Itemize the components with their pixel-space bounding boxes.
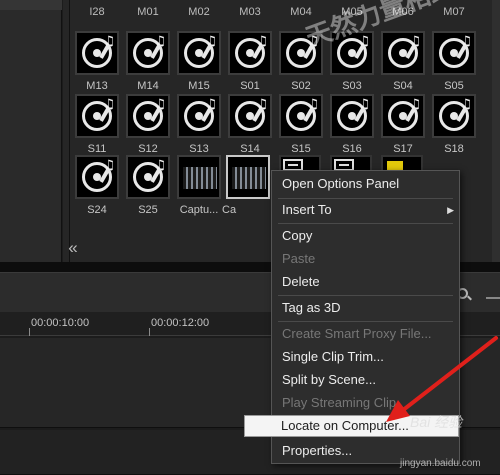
collapse-panel-button[interactable]: «	[63, 238, 83, 258]
clip-label: S18	[444, 143, 464, 155]
video-thumbnail	[226, 155, 270, 199]
clip-label: I28	[89, 6, 105, 18]
music-note-icon: ♫	[154, 97, 166, 112]
menu-item-delete[interactable]: Delete	[282, 271, 452, 293]
music-note-icon: ♫	[358, 97, 370, 112]
menu-item-paste: Paste	[282, 251, 316, 266]
timecode-label: 00:00:10:00	[31, 317, 90, 329]
clip-label: M03	[239, 6, 261, 18]
music-note-icon: ♫	[103, 34, 115, 49]
music-note-icon: ♫	[205, 34, 217, 49]
music-note-icon: ♫	[205, 97, 217, 112]
menu-item-open-options-panel[interactable]: Open Options Panel	[282, 173, 452, 195]
music-note-icon: ♫	[409, 34, 421, 49]
video-clip-tile[interactable]: Captu...	[177, 155, 221, 227]
audio-clip-tile[interactable]: ♫ S05	[432, 31, 476, 103]
submenu-arrow-icon: ▶	[447, 205, 454, 215]
library-scrollbar[interactable]	[492, 0, 500, 262]
music-note-icon: ♫	[154, 34, 166, 49]
left-panel-strip	[0, 0, 62, 265]
audio-clip-tile[interactable]: ♫ S24	[75, 155, 119, 227]
music-note-icon: ♫	[460, 34, 472, 49]
music-note-icon: ♫	[409, 97, 421, 112]
clip-label: Captu...	[179, 204, 219, 216]
music-note-icon: ♫	[256, 97, 268, 112]
zoom-slider[interactable]	[486, 297, 500, 299]
audio-clip-tile[interactable]: ♫ S18	[432, 94, 476, 166]
baidu-logo-watermark: Bai 经验	[410, 414, 463, 430]
menu-item-insert-to[interactable]: Insert To ▶	[282, 199, 454, 221]
audio-clip-tile[interactable]: ♫ M13	[75, 31, 119, 103]
clip-label: M02	[188, 6, 210, 18]
watermark-url: jingyan.baidu.com	[400, 458, 481, 469]
music-note-icon: ♫	[307, 97, 319, 112]
timecode-label: 00:00:12:00	[151, 317, 210, 329]
menu-item-tag-as-3d[interactable]: Tag as 3D	[282, 297, 452, 319]
menu-item-label: Insert To	[282, 202, 332, 217]
video-thumbnail	[177, 155, 221, 199]
clip-label: S05	[444, 80, 464, 92]
audio-clip-tile[interactable]: ♫ M14	[126, 31, 170, 103]
music-note-icon: ♫	[103, 158, 115, 173]
audio-clip-tile[interactable]: ♫ S25	[126, 155, 170, 227]
music-note-icon: ♫	[256, 34, 268, 49]
music-note-icon: ♫	[154, 158, 166, 173]
clip-label: M01	[137, 6, 159, 18]
audio-clip-tile[interactable]: ♫ M15	[177, 31, 221, 103]
menu-item-copy[interactable]: Copy	[282, 225, 452, 247]
audio-clip-tile[interactable]: ♫ S01	[228, 31, 272, 103]
video-clip-tile-selected[interactable]: Ca	[222, 155, 270, 227]
music-note-icon: ♫	[460, 97, 472, 112]
music-note-icon: ♫	[103, 97, 115, 112]
audio-clip-tile[interactable]: ♫ S04	[381, 31, 425, 103]
